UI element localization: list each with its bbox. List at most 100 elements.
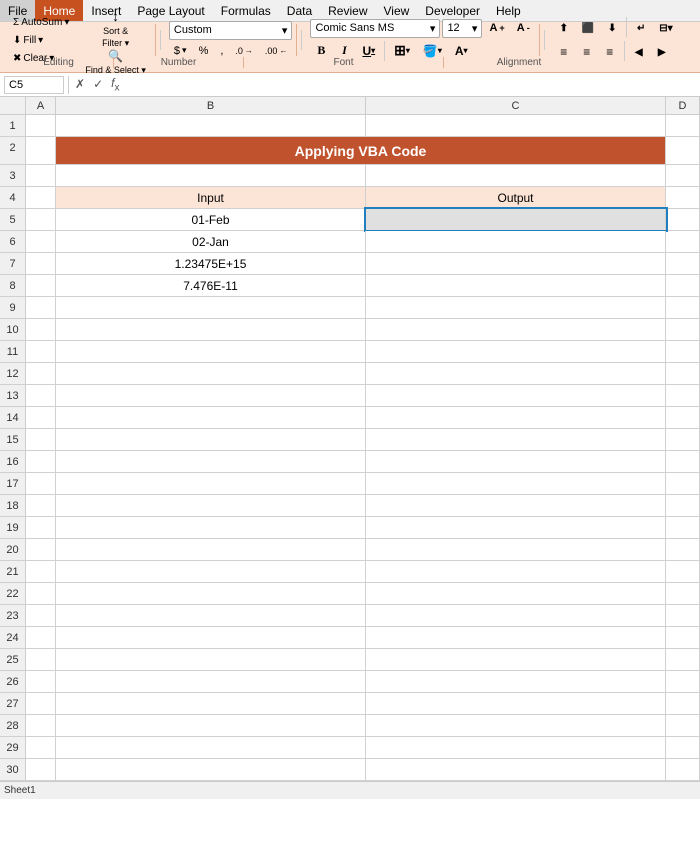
cell-b6[interactable]: 02-Jan [56, 231, 366, 252]
cell-d30[interactable] [666, 759, 700, 780]
cell-a25[interactable] [26, 649, 56, 670]
cell-a29[interactable] [26, 737, 56, 758]
cell-b15[interactable] [56, 429, 366, 450]
cell-d3[interactable] [666, 165, 700, 186]
font-name-dropdown[interactable]: Comic Sans MS ▾ [310, 19, 440, 38]
align-right-button[interactable]: ≡ [599, 41, 621, 63]
cell-d16[interactable] [666, 451, 700, 472]
cell-a4[interactable] [26, 187, 56, 208]
cell-d1[interactable] [666, 115, 700, 136]
cell-b24[interactable] [56, 627, 366, 648]
cell-title[interactable]: Applying VBA Code [56, 137, 666, 164]
cell-a24[interactable] [26, 627, 56, 648]
cell-b19[interactable] [56, 517, 366, 538]
cell-d20[interactable] [666, 539, 700, 560]
insert-function-button[interactable]: fx [109, 76, 121, 93]
cell-d8[interactable] [666, 275, 700, 296]
cell-a21[interactable] [26, 561, 56, 582]
cell-c5[interactable] [366, 209, 666, 230]
cell-c27[interactable] [366, 693, 666, 714]
cell-a16[interactable] [26, 451, 56, 472]
cell-b16[interactable] [56, 451, 366, 472]
cell-c18[interactable] [366, 495, 666, 516]
cell-a19[interactable] [26, 517, 56, 538]
cell-c19[interactable] [366, 517, 666, 538]
cell-d19[interactable] [666, 517, 700, 538]
cell-b5[interactable]: 01-Feb [56, 209, 366, 230]
cell-d5[interactable] [666, 209, 700, 230]
cancel-formula-button[interactable]: ✗ [73, 77, 87, 91]
align-top-button[interactable]: ⬆ [553, 17, 575, 39]
cell-c22[interactable] [366, 583, 666, 604]
cell-a17[interactable] [26, 473, 56, 494]
cell-a23[interactable] [26, 605, 56, 626]
confirm-formula-button[interactable]: ✓ [91, 77, 105, 91]
cell-d2[interactable] [666, 137, 700, 164]
cell-c29[interactable] [366, 737, 666, 758]
cell-c25[interactable] [366, 649, 666, 670]
cell-c23[interactable] [366, 605, 666, 626]
cell-c20[interactable] [366, 539, 666, 560]
cell-d11[interactable] [666, 341, 700, 362]
cell-a20[interactable] [26, 539, 56, 560]
cell-a8[interactable] [26, 275, 56, 296]
cell-c21[interactable] [366, 561, 666, 582]
cell-d7[interactable] [666, 253, 700, 274]
cell-b10[interactable] [56, 319, 366, 340]
cell-c12[interactable] [366, 363, 666, 384]
cell-a11[interactable] [26, 341, 56, 362]
cell-c13[interactable] [366, 385, 666, 406]
cell-a18[interactable] [26, 495, 56, 516]
cell-a26[interactable] [26, 671, 56, 692]
cell-b18[interactable] [56, 495, 366, 516]
cell-a27[interactable] [26, 693, 56, 714]
cell-b20[interactable] [56, 539, 366, 560]
merge-center-button[interactable]: ⊟▾ [653, 17, 678, 39]
cell-d22[interactable] [666, 583, 700, 604]
cell-a15[interactable] [26, 429, 56, 450]
font-grow-button[interactable]: A+ [484, 19, 509, 37]
cell-d10[interactable] [666, 319, 700, 340]
cell-b13[interactable] [56, 385, 366, 406]
cell-d29[interactable] [666, 737, 700, 758]
cell-c28[interactable] [366, 715, 666, 736]
cell-c8[interactable] [366, 275, 666, 296]
cell-d21[interactable] [666, 561, 700, 582]
cell-b30[interactable] [56, 759, 366, 780]
cell-b4-header[interactable]: Input [56, 187, 366, 208]
cell-c6[interactable] [366, 231, 666, 252]
wrap-text-button[interactable]: ↵ [630, 17, 652, 39]
cell-a2[interactable] [26, 137, 56, 164]
cell-c15[interactable] [366, 429, 666, 450]
cell-b28[interactable] [56, 715, 366, 736]
cell-d27[interactable] [666, 693, 700, 714]
cell-b21[interactable] [56, 561, 366, 582]
cell-a30[interactable] [26, 759, 56, 780]
cell-b23[interactable] [56, 605, 366, 626]
cell-b14[interactable] [56, 407, 366, 428]
cell-a10[interactable] [26, 319, 56, 340]
cell-d26[interactable] [666, 671, 700, 692]
cell-a13[interactable] [26, 385, 56, 406]
cell-c3[interactable] [366, 165, 666, 186]
cell-d15[interactable] [666, 429, 700, 450]
fill-button[interactable]: ⬇ Fill ▾ [8, 32, 74, 49]
cell-c24[interactable] [366, 627, 666, 648]
cell-d25[interactable] [666, 649, 700, 670]
cell-b7[interactable]: 1.23475E+15 [56, 253, 366, 274]
sheet-tab[interactable]: Sheet1 [4, 785, 36, 796]
cell-c9[interactable] [366, 297, 666, 318]
cell-b8[interactable]: 7.476E-11 [56, 275, 366, 296]
cell-c1[interactable] [366, 115, 666, 136]
cell-a3[interactable] [26, 165, 56, 186]
cell-c26[interactable] [366, 671, 666, 692]
cell-b12[interactable] [56, 363, 366, 384]
cell-c10[interactable] [366, 319, 666, 340]
cell-d18[interactable] [666, 495, 700, 516]
font-size-dropdown[interactable]: 12 ▾ [442, 19, 482, 38]
cell-b3[interactable] [56, 165, 366, 186]
cell-a22[interactable] [26, 583, 56, 604]
cell-d23[interactable] [666, 605, 700, 626]
cell-c11[interactable] [366, 341, 666, 362]
cell-d4[interactable] [666, 187, 700, 208]
